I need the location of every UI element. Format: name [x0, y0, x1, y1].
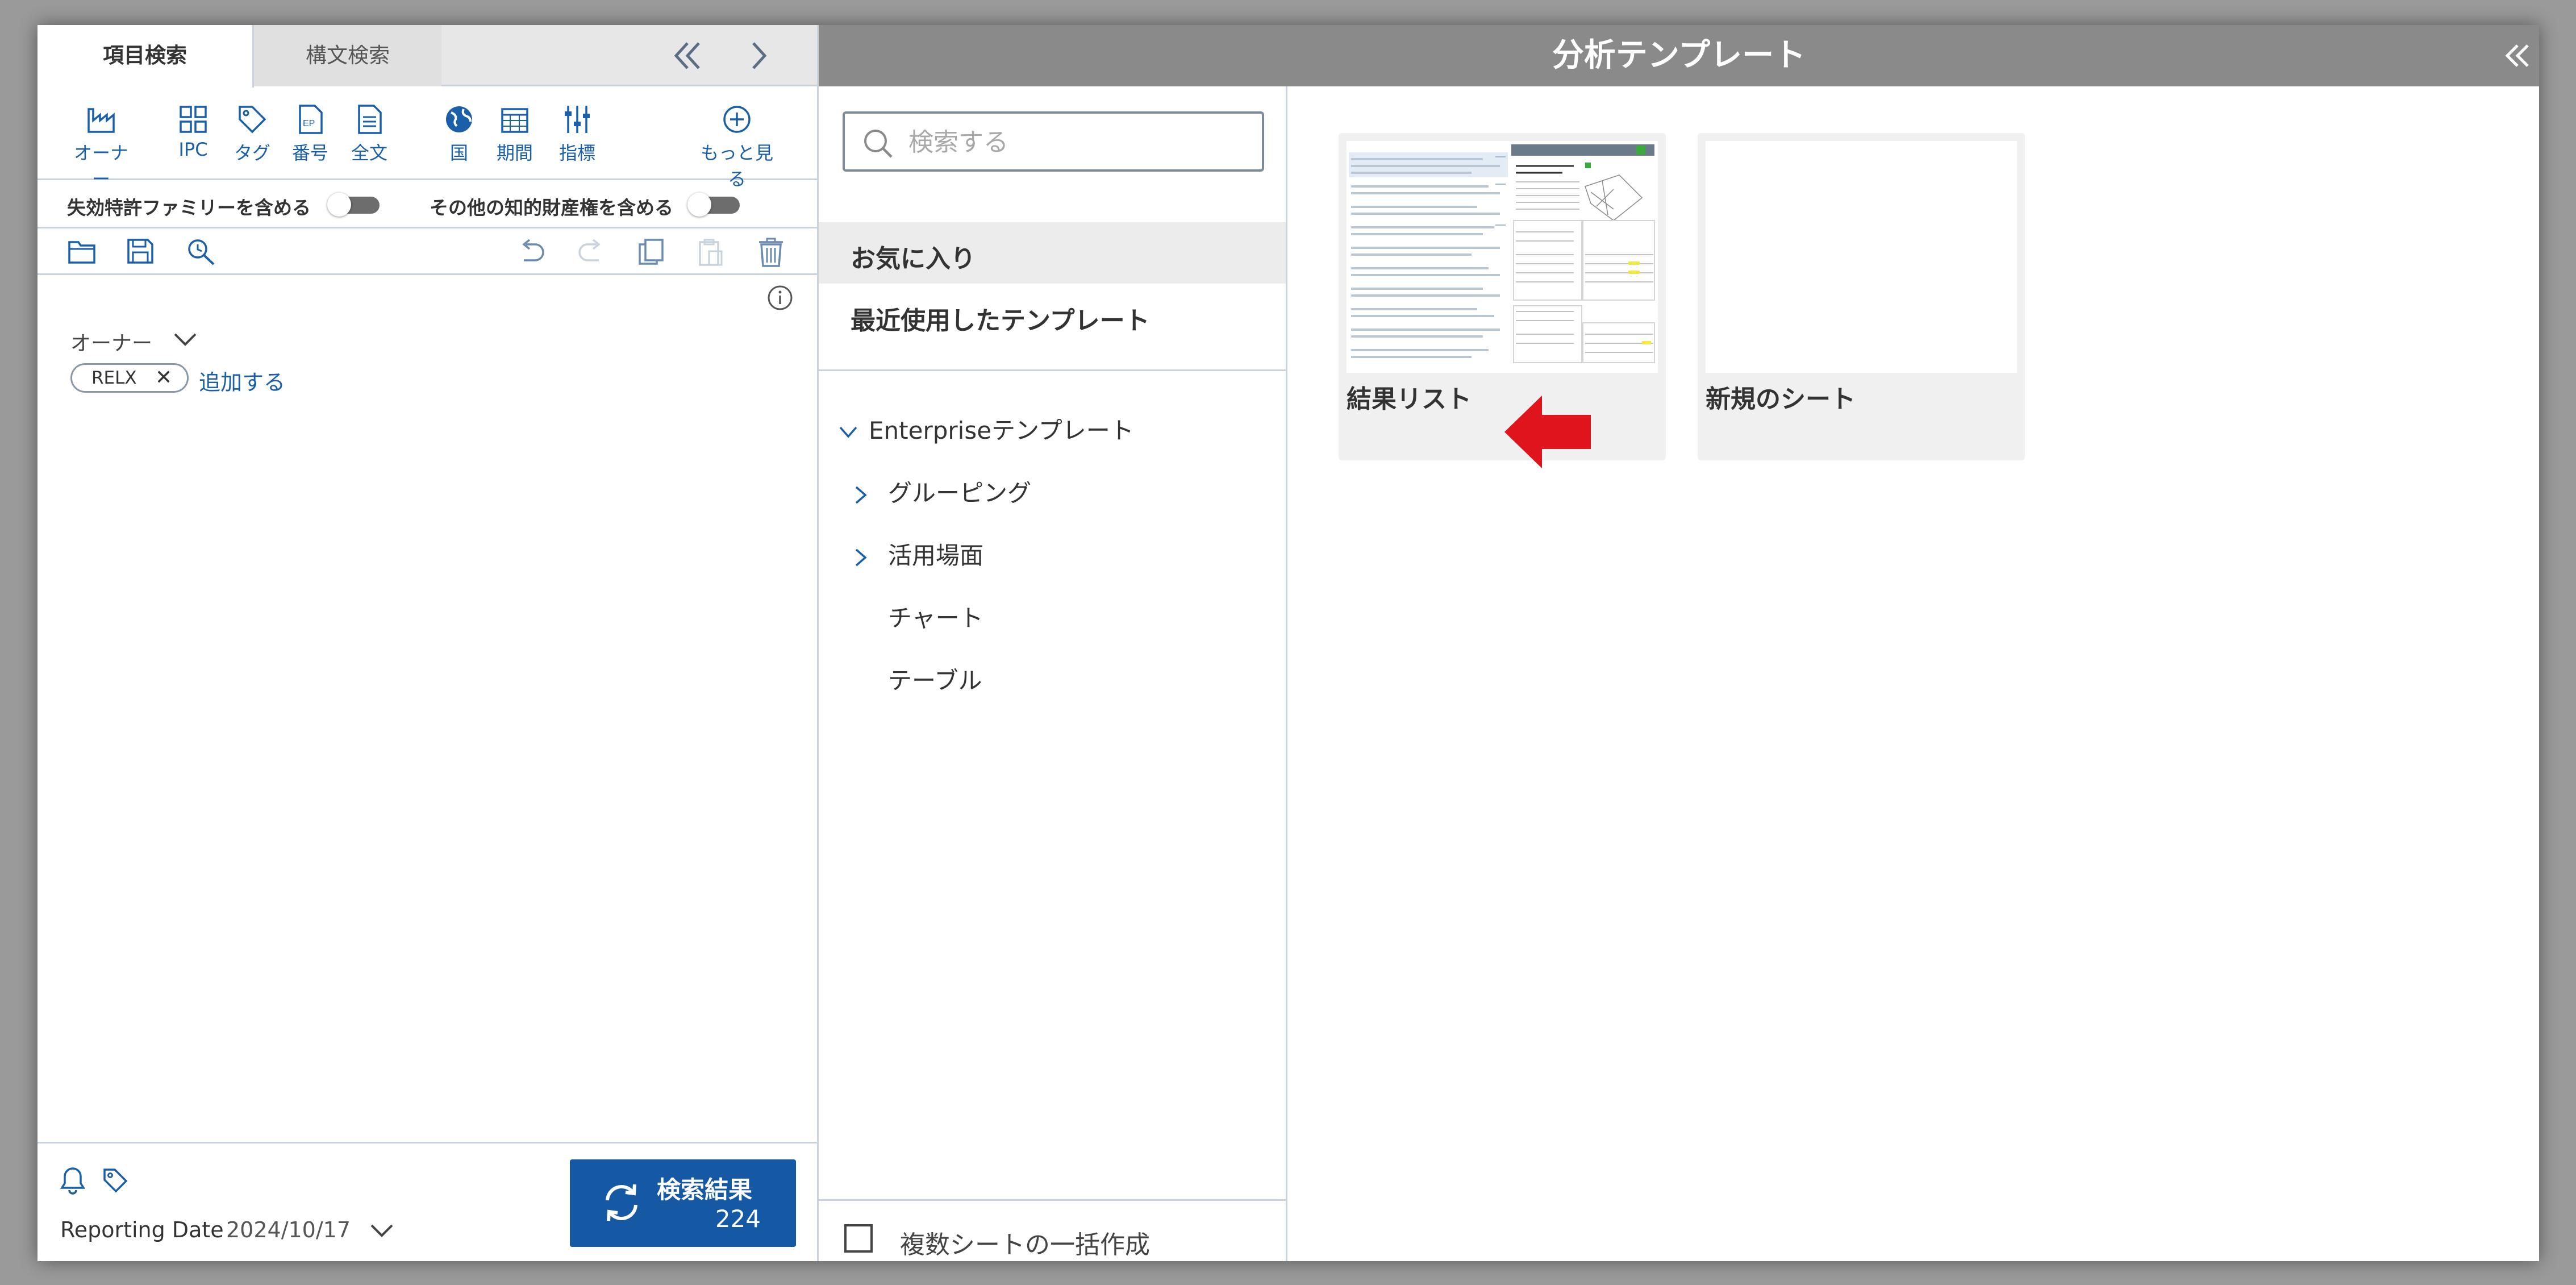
batch-create-label: 複数シートの一括作成 — [900, 1230, 1150, 1259]
search-history-icon[interactable] — [186, 238, 216, 268]
grid-icon — [180, 106, 207, 133]
country-criteria-button[interactable]: 国 — [432, 103, 486, 165]
template-search-input[interactable] — [907, 124, 1239, 160]
search-panel: 項目検索 構文検索 オーナー IPC タグ EP 番号 全文 国 期間 指標 も… — [37, 25, 819, 1261]
pointer-arrow-icon — [1502, 392, 1593, 474]
search-tab-bar: 項目検索 構文検索 — [37, 25, 817, 88]
number-criteria-button[interactable]: EP 番号 — [283, 103, 337, 165]
tree-item-label: グルーピング — [888, 479, 1032, 507]
tree-item-chart[interactable]: チャート — [888, 599, 983, 634]
paste-icon[interactable] — [697, 238, 724, 269]
more-criteria-button[interactable]: もっと見る — [694, 103, 780, 191]
sliders-icon — [565, 106, 590, 133]
close-icon[interactable]: ✕ — [155, 365, 172, 391]
fulltext-criteria-label: 全文 — [351, 142, 387, 164]
tag-criteria-label: タグ — [234, 142, 270, 164]
template-card-label: 新規のシート — [1706, 385, 1856, 414]
copy-icon[interactable] — [637, 238, 665, 268]
chevron-right-icon — [855, 548, 867, 566]
owner-chip-label: RELX — [91, 368, 137, 388]
tree-item-label: 活用場面 — [888, 542, 984, 569]
info-icon[interactable] — [766, 284, 794, 314]
globe-icon — [446, 106, 472, 132]
template-card-label: 結果リスト — [1347, 385, 1472, 414]
app-window: 項目検索 構文検索 オーナー IPC タグ EP 番号 全文 国 期間 指標 も… — [37, 25, 2539, 1261]
redo-icon[interactable] — [577, 238, 606, 268]
metrics-criteria-button[interactable]: 指標 — [550, 103, 605, 165]
tree-item-enterprise[interactable]: Enterpriseテンプレート — [838, 411, 1134, 446]
template-thumbnail — [1347, 141, 1658, 373]
favorites-label: お気に入り — [851, 244, 976, 273]
other-ip-label: その他の知的財産権を含める — [430, 197, 673, 219]
expired-family-toggle[interactable] — [327, 193, 380, 217]
tab-syntax-search[interactable]: 構文検索 — [254, 25, 441, 86]
sidebar-item-favorites[interactable]: お気に入り — [819, 222, 1286, 284]
query-toolbar — [37, 228, 817, 275]
ipc-criteria-label: IPC — [178, 139, 208, 160]
chevron-down-icon — [839, 426, 857, 438]
tree-item-grouping[interactable]: グルーピング — [854, 474, 1031, 509]
page-title: 分析テンプレート — [1552, 37, 1806, 74]
batch-create-checkbox[interactable] — [844, 1224, 873, 1253]
reporting-date-label: Reporting Date — [60, 1217, 224, 1242]
chevron-right-icon — [855, 486, 867, 504]
number-criteria-label: 番号 — [291, 142, 328, 164]
filter-toggle-bar: 失効特許ファミリーを含める その他の知的財産権を含める — [37, 180, 817, 228]
template-search — [843, 111, 1264, 172]
period-criteria-label: 期間 — [496, 142, 533, 164]
collapse-double-chevron-icon[interactable] — [2504, 41, 2531, 73]
search-results-button[interactable]: 検索結果 224 — [570, 1159, 796, 1247]
search-footer: Reporting Date 2024/10/17 検索結果 224 — [37, 1142, 817, 1261]
divider — [819, 1199, 1286, 1201]
chevron-down-icon[interactable] — [173, 331, 198, 350]
fulltext-criteria-button[interactable]: 全文 — [342, 103, 397, 165]
tree-item-table[interactable]: テーブル — [888, 662, 982, 696]
template-card-new-sheet[interactable]: 新規のシート — [1698, 133, 2025, 460]
tag-icon — [239, 106, 266, 134]
document-text-icon — [358, 105, 382, 134]
owner-field-label: オーナー — [70, 332, 153, 355]
divider — [819, 369, 1286, 371]
calendar-icon — [501, 108, 528, 133]
search-results-title: 検索結果 — [657, 1176, 753, 1204]
trash-icon[interactable] — [758, 238, 784, 269]
expired-family-label: 失効特許ファミリーを含める — [67, 197, 311, 219]
chevron-down-icon[interactable] — [369, 1222, 394, 1241]
ipc-criteria-button[interactable]: IPC — [166, 103, 220, 160]
save-icon[interactable] — [126, 238, 155, 267]
templates-header: 分析テンプレート — [819, 25, 2539, 86]
owner-chip: RELX ✕ — [70, 363, 189, 393]
bell-icon[interactable] — [60, 1166, 86, 1198]
add-owner-link[interactable]: 追加する — [199, 365, 285, 396]
tree-item-use-cases[interactable]: 活用場面 — [854, 537, 983, 571]
owner-criteria-button[interactable]: オーナー — [69, 103, 133, 191]
search-icon — [864, 130, 893, 158]
search-results-count: 224 — [715, 1205, 761, 1233]
tag-icon[interactable] — [102, 1167, 128, 1196]
criteria-icon-bar: オーナー IPC タグ EP 番号 全文 国 期間 指標 もっと見る — [37, 86, 817, 190]
next-chevron-icon[interactable] — [749, 39, 768, 78]
metrics-criteria-label: 指標 — [558, 142, 595, 164]
refresh-icon — [602, 1181, 641, 1226]
reporting-date-value[interactable]: 2024/10/17 — [226, 1217, 351, 1242]
undo-icon[interactable] — [517, 238, 545, 268]
svg-text:EP: EP — [303, 119, 315, 128]
toggle-knob — [687, 193, 711, 217]
sidebar-item-recent[interactable]: 最近使用したテンプレート — [851, 300, 1150, 336]
other-ip-toggle[interactable] — [687, 193, 740, 217]
tree-item-label: Enterpriseテンプレート — [869, 417, 1134, 444]
country-criteria-label: 国 — [449, 142, 468, 164]
template-thumbnail — [1706, 141, 2017, 373]
factory-icon — [87, 108, 115, 133]
period-criteria-button[interactable]: 期間 — [487, 103, 542, 165]
tab-field-search[interactable]: 項目検索 — [37, 25, 254, 88]
ep-document-icon: EP — [299, 105, 323, 134]
plus-circle-icon — [723, 106, 751, 133]
open-folder-icon[interactable] — [67, 238, 97, 267]
collapse-double-chevron-icon[interactable] — [672, 39, 702, 78]
tag-criteria-button[interactable]: タグ — [225, 103, 280, 165]
toggle-knob — [327, 193, 351, 217]
template-navigation: お気に入り 最近使用したテンプレート Enterpriseテンプレート グルーピ… — [819, 86, 1287, 1261]
